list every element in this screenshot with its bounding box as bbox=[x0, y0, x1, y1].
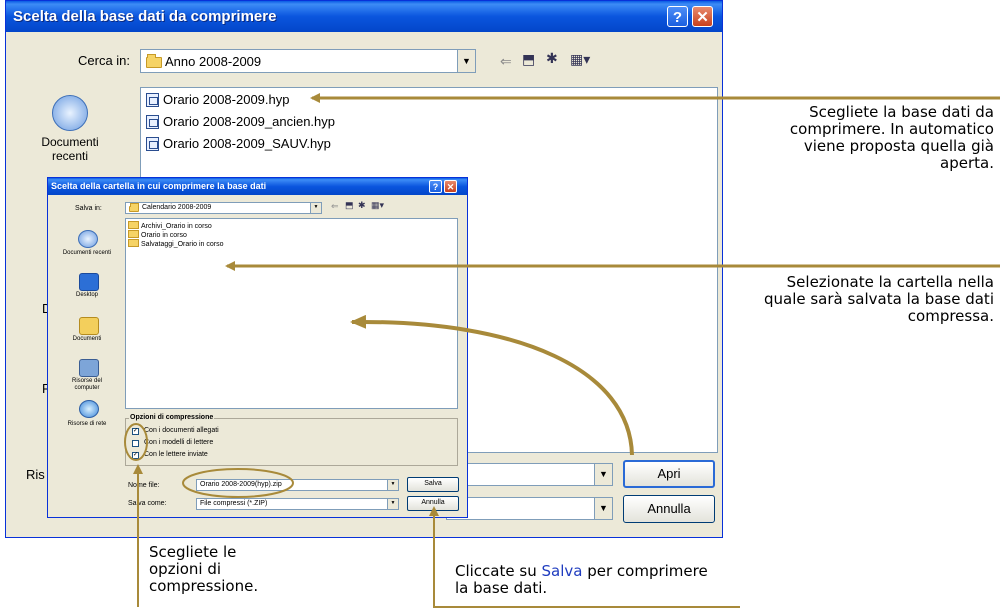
annotation-text: Cliccate su bbox=[455, 562, 537, 580]
filename-highlight bbox=[182, 468, 294, 498]
annotation-choose-options: Scegliete le opzioni di compressione. bbox=[149, 543, 259, 595]
annotation-click-save: Cliccate su Salva per comprimere la base… bbox=[455, 563, 725, 597]
arrow-to-folder-list bbox=[350, 314, 634, 456]
annotation-select-folder: Selezionate la cartella nella quale sarà… bbox=[763, 273, 994, 325]
annotation-select-database: Scegliete la base dati da comprimere. In… bbox=[789, 103, 994, 172]
save-word-highlight: Salva bbox=[541, 562, 583, 580]
options-highlight bbox=[124, 423, 148, 461]
